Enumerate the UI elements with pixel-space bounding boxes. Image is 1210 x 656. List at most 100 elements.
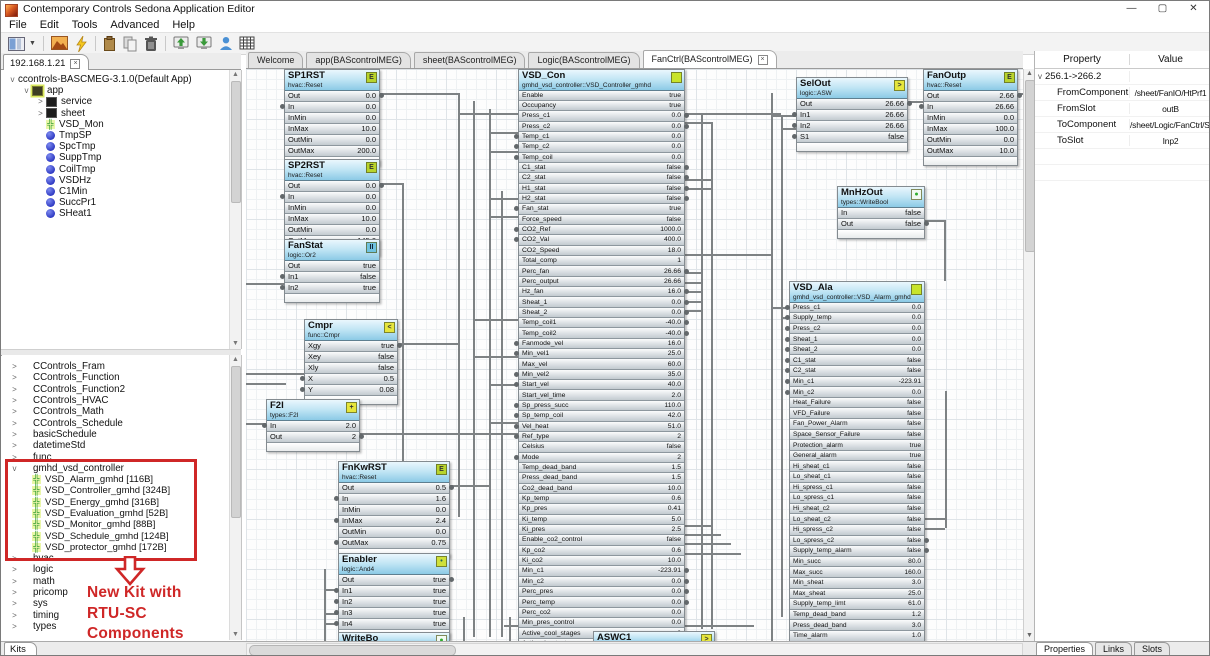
slot-row-sheat_1[interactable]: Sheat_10.0 bbox=[790, 334, 924, 345]
slot-row-out[interactable]: Out2 bbox=[267, 432, 359, 443]
user-button[interactable] bbox=[216, 34, 236, 53]
slot-row-supply_temp_limt[interactable]: Supply_temp_limt61.0 bbox=[790, 599, 924, 610]
slot-row-heat_failure[interactable]: Heat_Failurefalse bbox=[790, 398, 924, 409]
tree-item-vsdhz[interactable]: VSDHz bbox=[2, 175, 241, 186]
slot-row-sheat_2[interactable]: Sheat_20.0 bbox=[519, 308, 684, 318]
slot-row-s1[interactable]: S1false bbox=[797, 132, 907, 143]
slot-row-kp_co2[interactable]: Kp_co20.6 bbox=[519, 546, 684, 556]
scroll-up-icon[interactable]: ▲ bbox=[230, 70, 241, 80]
tab-welcome[interactable]: Welcome bbox=[248, 52, 303, 68]
slot-row-hi_spress_c2[interactable]: Hi_spress_c2false bbox=[790, 525, 924, 536]
layout-columns-button[interactable]: ▼ bbox=[5, 34, 39, 53]
slot-row-xey[interactable]: Xeyfalse bbox=[305, 352, 397, 363]
scroll-thumb[interactable] bbox=[249, 645, 456, 656]
property-row-fromcomponent[interactable]: FromComponent/sheet/FanIO/HtPrf1 bbox=[1035, 85, 1210, 101]
expand-icon[interactable]: > bbox=[35, 97, 46, 106]
slot-row-sp_temp_coil[interactable]: Sp_temp_coil42.0 bbox=[519, 411, 684, 421]
pin-in[interactable] bbox=[334, 588, 339, 593]
pin-in[interactable] bbox=[280, 104, 285, 109]
slot-row-time_alarm[interactable]: Time_alarm1.0 bbox=[790, 631, 924, 641]
expand-icon[interactable]: > bbox=[9, 419, 20, 428]
kit-item-ccontrols-fram[interactable]: >CControls_Fram bbox=[2, 361, 241, 372]
slot-row-inmin[interactable]: InMin0.0 bbox=[285, 203, 379, 214]
image-button[interactable] bbox=[48, 34, 72, 53]
function-block-vsd_ala[interactable]: VSD_Alagmhd_vsd_controller::VSD_Alarm_gm… bbox=[789, 281, 925, 641]
slot-row-ref_type[interactable]: Ref_type2 bbox=[519, 432, 684, 442]
tab-fanctrl-bascontrolmeg-[interactable]: FanCtrl(BAScontrolMEG)× bbox=[643, 50, 777, 68]
function-block-f2i[interactable]: F2Itypes::F2I+In2.0Out2 bbox=[266, 399, 360, 452]
tab-app-bascontrolmeg-[interactable]: app(BAScontrolMEG) bbox=[306, 52, 411, 68]
slot-row-lo_sheat_c2[interactable]: Lo_sheat_c2false bbox=[790, 514, 924, 525]
slot-row-outmin[interactable]: OutMin0.0 bbox=[285, 135, 379, 146]
slot-row-min_sheat[interactable]: Min_sheat3.0 bbox=[790, 578, 924, 589]
slot-row-c2_stat[interactable]: C2_statfalse bbox=[790, 366, 924, 377]
slot-row-perc_pres[interactable]: Perc_pres0.0 bbox=[519, 587, 684, 597]
slot-row-supply_temp[interactable]: Supply_temp0.0 bbox=[790, 313, 924, 324]
close-button[interactable]: ✕ bbox=[1178, 1, 1209, 17]
slot-row-temp_coil2[interactable]: Temp_coil2-40.0 bbox=[519, 328, 684, 338]
menu-advanced[interactable]: Advanced bbox=[105, 19, 167, 31]
pin-out[interactable] bbox=[924, 548, 929, 553]
slot-row-hi_sheat_c2[interactable]: Hi_sheat_c2false bbox=[790, 504, 924, 515]
slot-row-co2_val[interactable]: CO2_Val400.0 bbox=[519, 235, 684, 245]
pin-in[interactable] bbox=[792, 123, 797, 128]
expand-icon[interactable]: > bbox=[9, 588, 20, 597]
slot-row-in2[interactable]: In2true bbox=[339, 597, 449, 608]
slot-row-min_c1[interactable]: Min_c1-223.91 bbox=[790, 377, 924, 388]
tab-slots[interactable]: Slots bbox=[1134, 642, 1170, 656]
property-row-toslot[interactable]: ToSlotInp2 bbox=[1035, 133, 1210, 149]
tab-links[interactable]: Links bbox=[1095, 642, 1132, 656]
slot-row-in3[interactable]: In3true bbox=[339, 608, 449, 619]
pin-in[interactable] bbox=[514, 424, 519, 429]
pin-out[interactable] bbox=[924, 538, 929, 543]
slot-row-mode[interactable]: Mode2 bbox=[519, 453, 684, 463]
scroll-thumb[interactable] bbox=[231, 81, 241, 203]
paste-button[interactable] bbox=[100, 34, 120, 53]
pin-in[interactable] bbox=[514, 227, 519, 232]
slot-row-lo_spress_c2[interactable]: Lo_spress_c2false bbox=[790, 536, 924, 547]
function-block-sp1rst[interactable]: SP1RSThvac::ResetEOut0.0In0.0InMin0.0InM… bbox=[284, 69, 380, 166]
expand-icon[interactable]: > bbox=[9, 385, 20, 394]
pin-in[interactable] bbox=[785, 390, 790, 395]
expand-icon[interactable]: > bbox=[9, 430, 20, 439]
slot-row-start_vel_time[interactable]: Start_vel_time2.0 bbox=[519, 390, 684, 400]
expand-icon[interactable]: > bbox=[9, 396, 20, 405]
slot-row-inmax[interactable]: InMax10.0 bbox=[285, 214, 379, 225]
slot-row-in1[interactable]: In126.66 bbox=[797, 110, 907, 121]
slot-row-ki_pres[interactable]: Ki_pres2.5 bbox=[519, 525, 684, 535]
function-block-mnhzout[interactable]: MnHzOuttypes::WriteBool●InfalseOutfalse bbox=[837, 186, 925, 239]
slot-row-inmax[interactable]: InMax10.0 bbox=[285, 124, 379, 135]
menu-tools[interactable]: Tools bbox=[67, 19, 106, 31]
tree-item-succpr1[interactable]: SuccPr1 bbox=[2, 197, 241, 208]
pin-in[interactable] bbox=[785, 368, 790, 373]
kit-item-ccontrols-math[interactable]: >CControls_Math bbox=[2, 406, 241, 417]
expand-icon[interactable]: > bbox=[9, 622, 20, 631]
tree-item-spctmp[interactable]: SpcTmp bbox=[2, 141, 241, 152]
slot-row-enable_co2_control[interactable]: Enable_co2_controlfalse bbox=[519, 535, 684, 545]
slot-row-fan_power_alarm[interactable]: Fan_Power_Alarmfalse bbox=[790, 419, 924, 430]
pin-in[interactable] bbox=[785, 305, 790, 310]
slot-row-vel_heat[interactable]: Vel_heat51.0 bbox=[519, 422, 684, 432]
kits-scrollbar[interactable]: ▲ ▼ bbox=[229, 355, 241, 640]
slot-row-kp_temp[interactable]: Kp_temp0.6 bbox=[519, 494, 684, 504]
pin-out[interactable] bbox=[359, 434, 364, 439]
function-block-fanoutp[interactable]: FanOutphvac::ResetEOut2.66In26.66InMin0.… bbox=[923, 69, 1018, 166]
slot-row-sheat_2[interactable]: Sheat_20.0 bbox=[790, 345, 924, 356]
slot-row-outmax[interactable]: OutMax10.0 bbox=[924, 146, 1017, 157]
scroll-up-icon[interactable]: ▲ bbox=[230, 355, 241, 365]
slot-row-occupancy[interactable]: Occupancytrue bbox=[519, 101, 684, 111]
slot-row-celsius[interactable]: Celsiusfalse bbox=[519, 442, 684, 452]
slot-row-min_succ[interactable]: Min_succ80.0 bbox=[790, 557, 924, 568]
pin-in[interactable] bbox=[785, 337, 790, 342]
pin-out[interactable] bbox=[1017, 93, 1022, 98]
function-block-vsd_con[interactable]: VSD_Congmhd_vsd_controller::VSD_Controll… bbox=[518, 69, 685, 641]
kit-item-basicschedule[interactable]: >basicSchedule bbox=[2, 429, 241, 440]
pin-out[interactable] bbox=[684, 186, 689, 191]
slot-row-ki_temp[interactable]: Ki_temp5.0 bbox=[519, 515, 684, 525]
slot-row-temp_c1[interactable]: Temp_c10.0 bbox=[519, 132, 684, 142]
slot-row-press_dead_band[interactable]: Press_dead_band3.0 bbox=[790, 620, 924, 631]
pin-out[interactable] bbox=[684, 600, 689, 605]
slot-row-in2[interactable]: In226.66 bbox=[797, 121, 907, 132]
scroll-down-icon[interactable]: ▼ bbox=[230, 630, 241, 640]
slot-row-press_c1[interactable]: Press_c10.0 bbox=[519, 111, 684, 121]
